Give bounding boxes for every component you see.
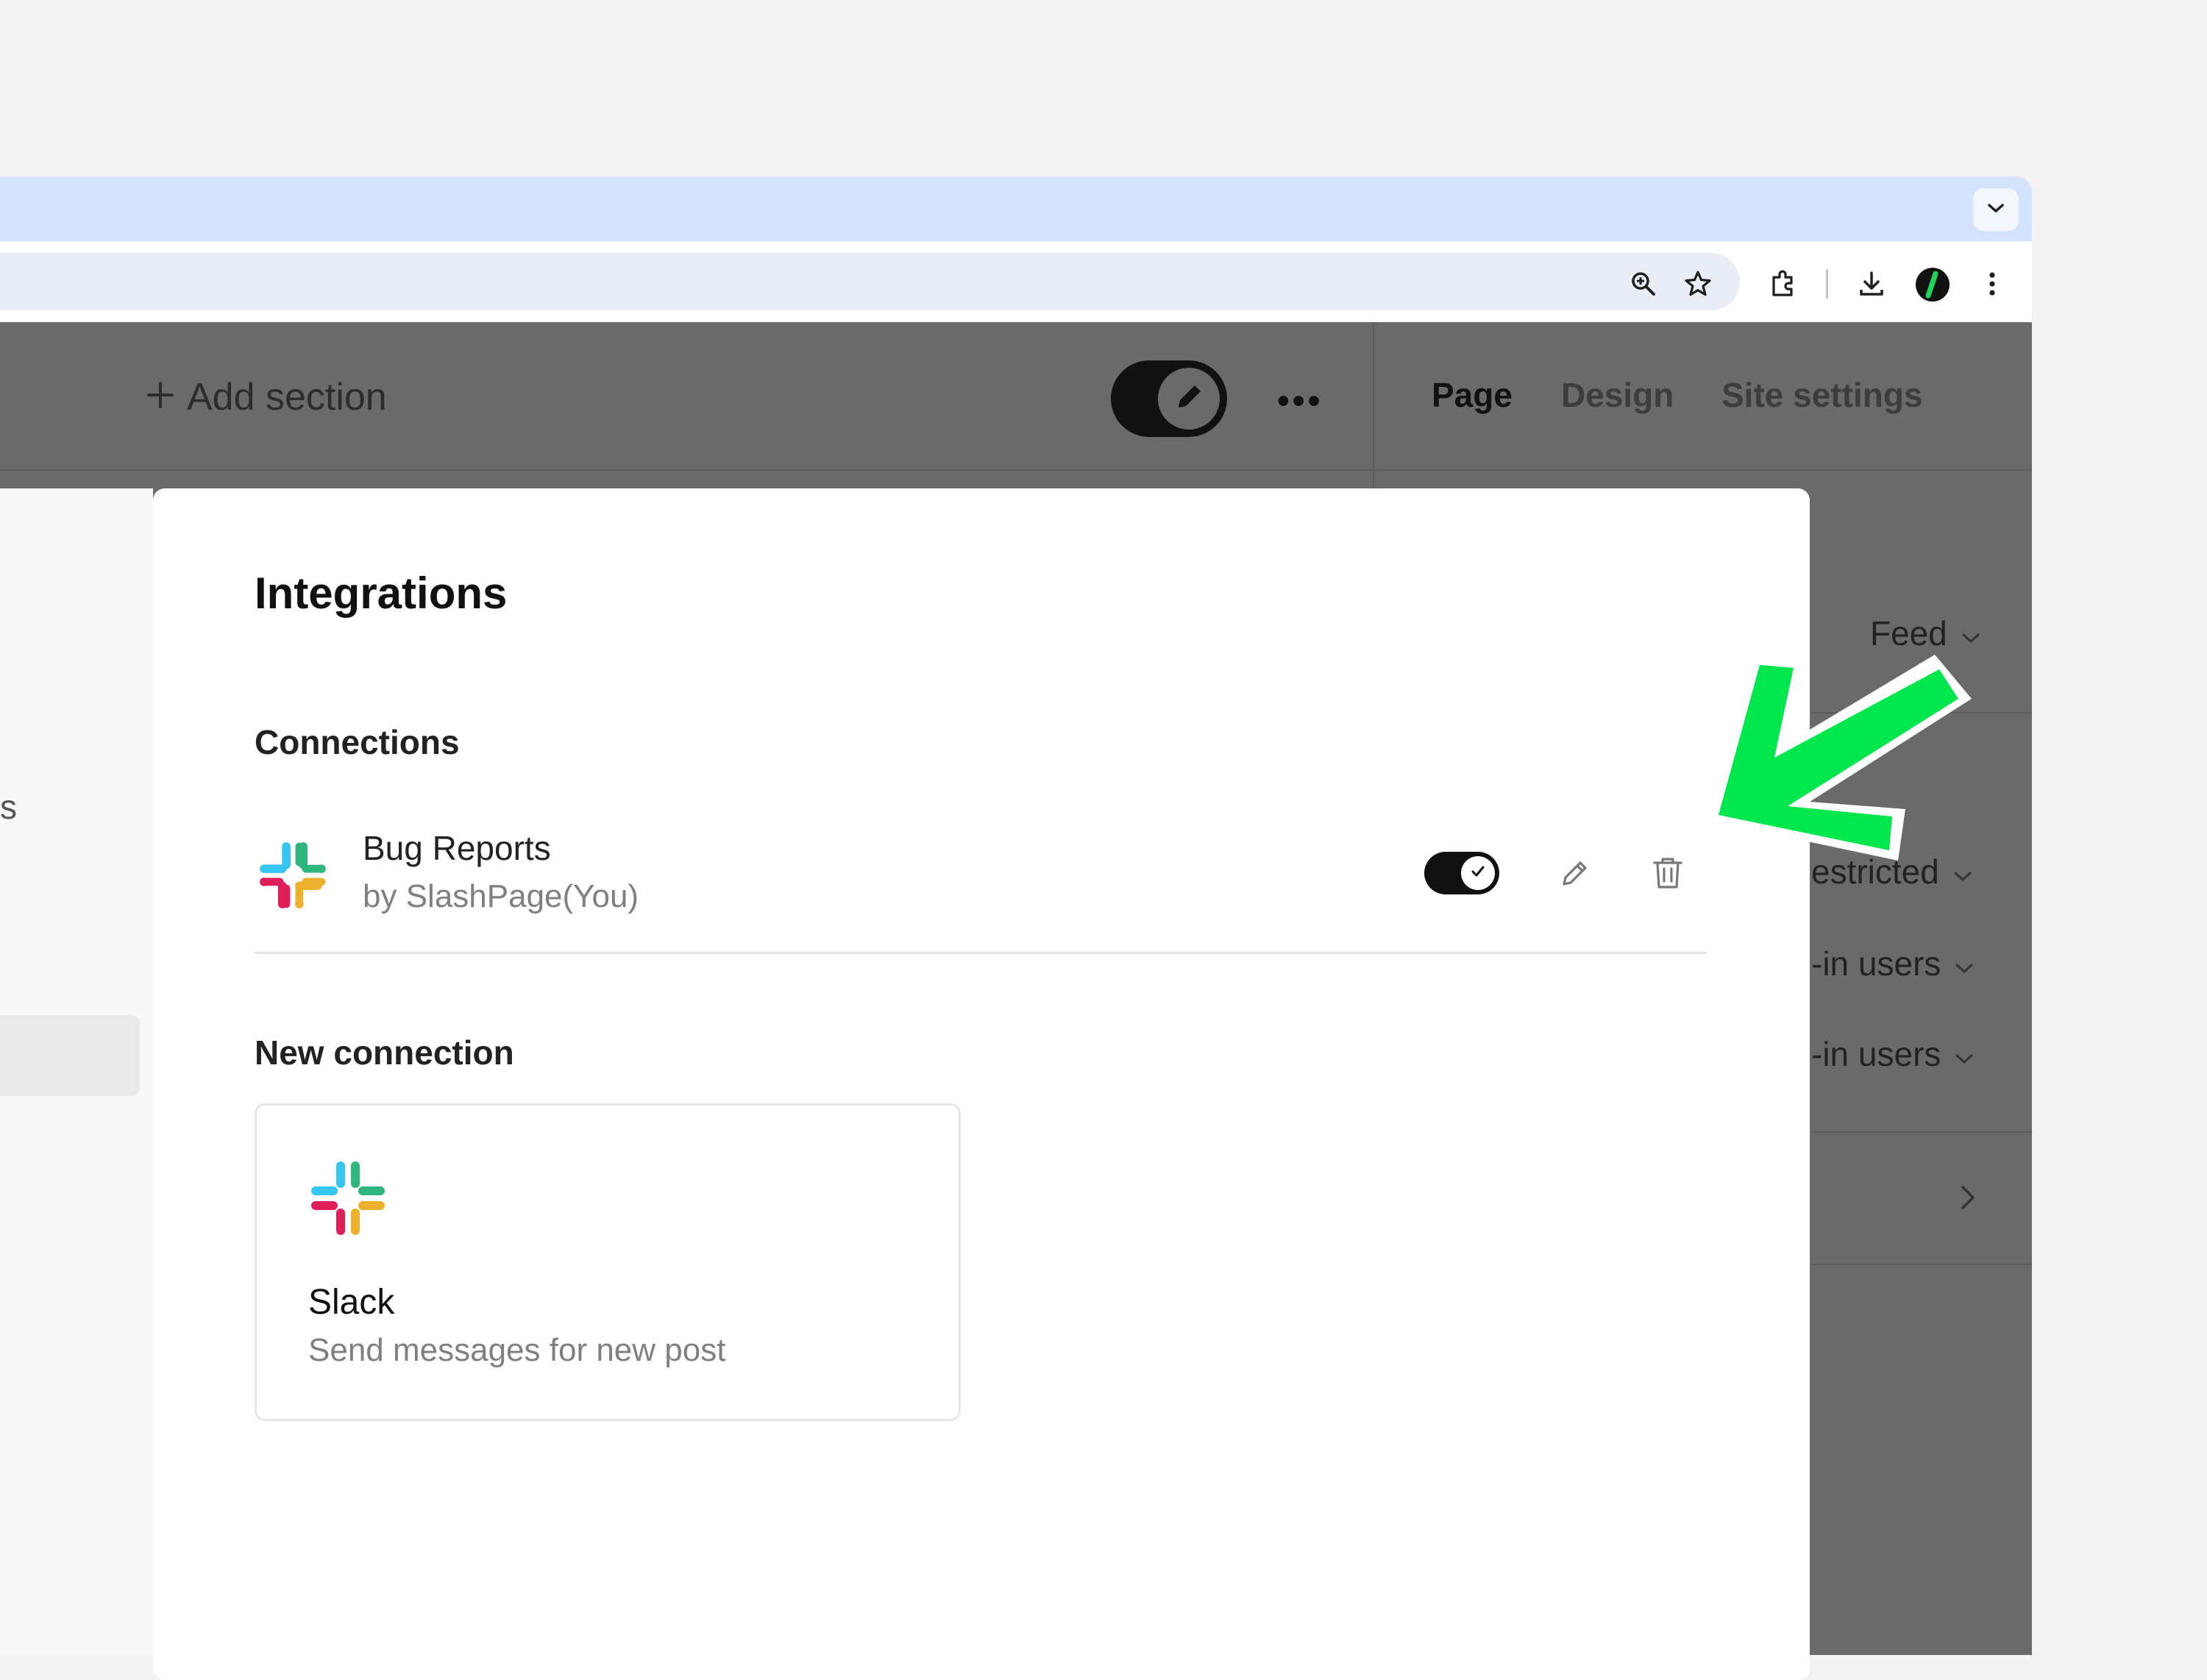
integrations-modal: Integrations Connections Bug Reports by …: [153, 488, 1810, 1680]
row-divider: [1811, 1264, 2032, 1265]
slack-logo-icon: [308, 1158, 388, 1238]
connection-divider: [255, 952, 1707, 954]
check-icon: [1468, 862, 1488, 885]
tab-search-button[interactable]: [1973, 188, 2019, 231]
toggle-knob: [1461, 856, 1495, 890]
edit-mode-toggle[interactable]: [1111, 360, 1227, 437]
download-icon[interactable]: [1854, 266, 1889, 302]
tab-site-settings[interactable]: Site settings: [1721, 375, 1923, 415]
new-connection-heading: New connection: [255, 1033, 514, 1072]
pencil-icon: [1171, 380, 1206, 419]
header-divider: [0, 469, 2032, 471]
panel-divider: [1373, 322, 1374, 491]
write-permission-label: -in users: [1811, 1035, 1941, 1073]
plus-icon: [146, 375, 175, 419]
connection-enabled-toggle[interactable]: [1424, 852, 1499, 894]
connection-name: Bug Reports: [363, 829, 551, 867]
toolbar-divider: [1826, 269, 1828, 299]
modal-title: Integrations: [255, 569, 508, 618]
browser-toolbar: [0, 241, 2032, 322]
row-divider: [1811, 1131, 2032, 1133]
tab-design[interactable]: Design: [1561, 375, 1674, 415]
annotation-arrow-icon: [1692, 640, 1986, 875]
bookmark-star-icon[interactable]: [1680, 266, 1716, 302]
connections-heading: Connections: [255, 723, 460, 761]
profile-avatar[interactable]: [1914, 266, 1951, 303]
edit-connection-pencil-icon[interactable]: [1554, 853, 1595, 894]
toggle-knob: [1158, 368, 1220, 430]
add-section-button[interactable]: Add section: [146, 375, 387, 419]
more-options-button[interactable]: •••: [1277, 381, 1323, 421]
zoom-icon[interactable]: [1626, 266, 1661, 302]
card-title: Slack: [308, 1283, 395, 1322]
chevron-down-icon: [1954, 1034, 1975, 1074]
address-bar[interactable]: [0, 253, 1740, 310]
kebab-menu-icon[interactable]: [1977, 266, 2007, 302]
tab-strip: [0, 177, 2032, 241]
sidebar-label: s: [0, 788, 17, 826]
chevron-down-icon: [1954, 944, 1975, 983]
extensions-icon[interactable]: [1766, 266, 1801, 302]
left-sidebar: s: [0, 488, 153, 1655]
delete-connection-trash-icon[interactable]: [1646, 852, 1689, 894]
tab-page[interactable]: Page: [1432, 375, 1513, 415]
read-permission-label: -in users: [1811, 944, 1941, 983]
sidebar-active-item[interactable]: [0, 1015, 140, 1096]
chevron-down-icon: [1986, 202, 2005, 218]
add-section-label: Add section: [187, 376, 387, 419]
slack-integration-card[interactable]: Slack Send messages for new post: [255, 1103, 961, 1421]
connection-owner: by SlashPage(You): [363, 878, 639, 914]
chevron-right-icon[interactable]: [1957, 1183, 1979, 1216]
write-permission-select[interactable]: -in users: [1811, 1034, 1975, 1074]
card-description: Send messages for new post: [308, 1332, 726, 1368]
read-permission-select[interactable]: -in users: [1811, 944, 1975, 983]
slack-logo-icon: [257, 840, 328, 911]
